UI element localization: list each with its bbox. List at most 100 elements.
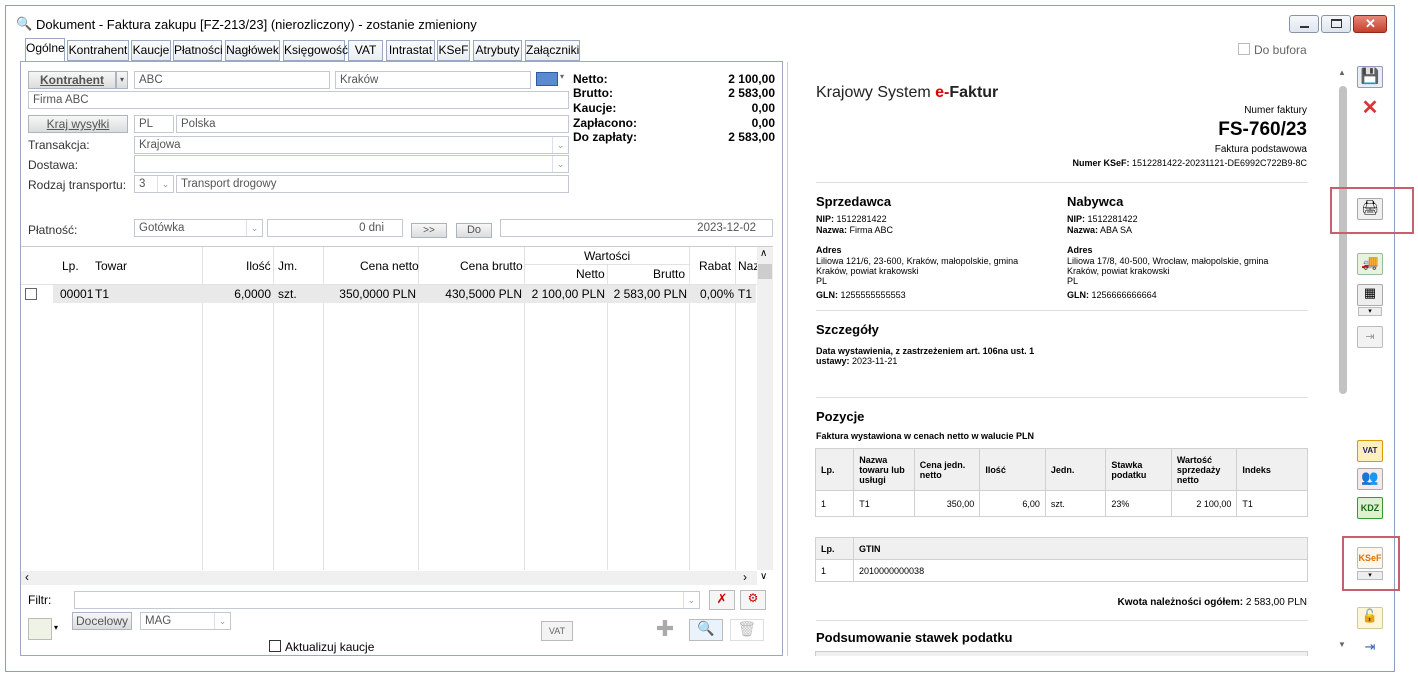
- chevron-down-icon[interactable]: ▾: [54, 623, 58, 632]
- cell-naz: T1: [738, 287, 753, 301]
- pozycje-cell: 2 100,00: [1170, 490, 1238, 517]
- clear-filter-icon[interactable]: ✗: [709, 590, 735, 610]
- kontrahent-dropdown[interactable]: ▾: [116, 71, 128, 89]
- chevron-down-icon[interactable]: ⌄: [552, 137, 568, 153]
- minimize-button[interactable]: [1289, 15, 1319, 33]
- scroll-down-icon[interactable]: ∨: [760, 571, 767, 582]
- people-icon[interactable]: 👥: [1357, 468, 1383, 490]
- contact-card-icon[interactable]: [536, 72, 558, 86]
- brutto-label: Brutto:: [573, 86, 613, 100]
- tab-kontrahent[interactable]: Kontrahent: [67, 40, 129, 61]
- merge-icon[interactable]: ⇥: [1357, 326, 1383, 348]
- filter-input[interactable]: [74, 591, 700, 609]
- maximize-button[interactable]: [1321, 15, 1351, 33]
- docelowy-button[interactable]: Docelowy: [72, 612, 132, 630]
- grid-vscroll[interactable]: ∧ ∨: [757, 247, 773, 582]
- dostawa-select[interactable]: [134, 155, 569, 173]
- cancel-icon[interactable]: ✕: [1357, 97, 1383, 119]
- netto-value: 2 100,00: [728, 72, 775, 86]
- aktualizuj-kaucje-checkbox[interactable]: [269, 640, 281, 652]
- scroll-right-icon[interactable]: ›: [743, 570, 747, 584]
- tab-intrastat[interactable]: Intrastat: [386, 40, 435, 61]
- col-netto[interactable]: Netto: [576, 267, 605, 281]
- col-jm[interactable]: Jm.: [278, 259, 297, 273]
- kraj-wysylki-button[interactable]: Kraj wysyłki: [28, 115, 128, 133]
- add-icon[interactable]: ✚: [650, 618, 680, 641]
- tab-płatności[interactable]: Płatności: [173, 40, 223, 61]
- col-cena-netto[interactable]: Cena netto: [360, 259, 419, 273]
- kdz-icon[interactable]: KDZ: [1357, 497, 1383, 519]
- zaplacono-label: Zapłacono:: [573, 116, 638, 130]
- col-ilosc[interactable]: Ilość: [246, 259, 271, 273]
- pozycje-header: Ilość: [979, 448, 1046, 491]
- grid-hscroll[interactable]: ‹ ›: [21, 570, 757, 585]
- lock-open-icon[interactable]: 🔓: [1357, 607, 1383, 629]
- tab-ksef[interactable]: KSeF: [437, 40, 470, 61]
- chevron-down-icon[interactable]: ⌄: [683, 592, 699, 608]
- brutto-value: 2 583,00: [728, 86, 775, 100]
- scroll-left-icon[interactable]: ‹: [25, 570, 29, 584]
- vat-button[interactable]: VAT: [541, 621, 573, 641]
- kontrahent-name-input[interactable]: Firma ABC: [28, 91, 569, 109]
- pin-icon[interactable]: ⇥: [1357, 636, 1383, 658]
- transakcja-select[interactable]: Krajowa: [134, 136, 569, 154]
- kraj-code-input[interactable]: PL: [134, 115, 174, 133]
- transakcja-label: Transakcja:: [28, 138, 90, 152]
- chevron-down-icon[interactable]: ⌄: [246, 220, 262, 236]
- kwota-naleznosci: Kwota należności ogółem: 2 583,00 PLN: [1117, 597, 1307, 608]
- dostawa-label: Dostawa:: [28, 158, 79, 172]
- tab-nagłówek[interactable]: Nagłówek: [225, 40, 280, 61]
- close-button[interactable]: ✕: [1353, 15, 1387, 33]
- scroll-up-icon[interactable]: ∧: [760, 248, 767, 259]
- delivery-truck-icon[interactable]: 🚚: [1357, 253, 1383, 275]
- kontrahent-code-input[interactable]: ABC: [134, 71, 330, 89]
- tab-vat[interactable]: VAT: [348, 40, 383, 61]
- save-icon[interactable]: 💾: [1357, 66, 1383, 88]
- podsumowanie-title: Podsumowanie stawek podatku: [816, 630, 1013, 645]
- col-cena-brutto[interactable]: Cena brutto: [460, 259, 523, 273]
- kaucje-value: 0,00: [751, 101, 775, 115]
- search-icon[interactable]: 🔍: [689, 619, 723, 641]
- vat-register-icon[interactable]: VAT: [1357, 440, 1383, 462]
- col-towar[interactable]: Towar: [95, 259, 127, 273]
- dni-input[interactable]: 0 dni: [267, 219, 403, 237]
- export-icon[interactable]: ▦: [1357, 284, 1383, 306]
- print-icon[interactable]: 🖨: [1357, 198, 1383, 220]
- chevron-down-icon[interactable]: ⌄: [157, 176, 173, 192]
- kontrahent-button[interactable]: Kontrahent: [28, 71, 116, 89]
- date-input[interactable]: 2023-12-02: [500, 219, 773, 237]
- gtin-table: Lp. GTIN 1 2010000000038: [815, 537, 1308, 582]
- tab-atrybuty[interactable]: Atrybuty: [473, 40, 522, 61]
- ksef-search-icon[interactable]: KSeF: [1357, 547, 1383, 569]
- col-brutto[interactable]: Brutto: [653, 267, 685, 281]
- delete-icon[interactable]: 🗑: [730, 619, 764, 641]
- filter-label: Filtr:: [28, 593, 52, 607]
- col-lp[interactable]: Lp.: [62, 259, 79, 273]
- tab-kaucje[interactable]: Kaucje: [131, 40, 171, 61]
- next-button[interactable]: >>: [411, 223, 447, 238]
- magnifier-app-icon: 🔍: [16, 16, 33, 31]
- chevron-down-icon[interactable]: ▾: [1357, 571, 1383, 580]
- filter-settings-icon[interactable]: ⚙: [740, 590, 766, 610]
- col-rabat[interactable]: Rabat: [699, 259, 731, 273]
- kontrahent-city-input[interactable]: Kraków: [335, 71, 531, 89]
- kraj-name-input[interactable]: Polska: [176, 115, 569, 133]
- chevron-down-icon[interactable]: ▾: [1358, 307, 1382, 316]
- chevron-down-icon[interactable]: ⌄: [552, 156, 568, 172]
- warehouse-icon[interactable]: [28, 618, 52, 640]
- rodzaj-transportu-input[interactable]: Transport drogowy: [176, 175, 569, 193]
- pozycje-header: Nazwa towaru lub usługi: [853, 448, 915, 491]
- pozycje-header: Cena jedn. netto: [913, 448, 981, 491]
- do-zaplaty-label: Do zapłaty:: [573, 130, 638, 144]
- tab-księgowość[interactable]: Księgowość: [283, 40, 348, 61]
- aktualizuj-kaucje-label: Aktualizuj kaucje: [285, 640, 375, 654]
- tab-ogólne[interactable]: Ogólne: [25, 38, 65, 62]
- chevron-down-icon[interactable]: ⌄: [214, 613, 230, 629]
- do-button[interactable]: Do: [456, 223, 492, 238]
- do-bufora-checkbox[interactable]: [1238, 43, 1250, 55]
- tab-załączniki[interactable]: Załączniki: [525, 40, 580, 61]
- cell-jm: szt.: [278, 287, 297, 301]
- row-checkbox[interactable]: [25, 288, 37, 300]
- chevron-down-icon[interactable]: ▾: [560, 72, 564, 81]
- platnosc-select[interactable]: Gotówka: [134, 219, 263, 237]
